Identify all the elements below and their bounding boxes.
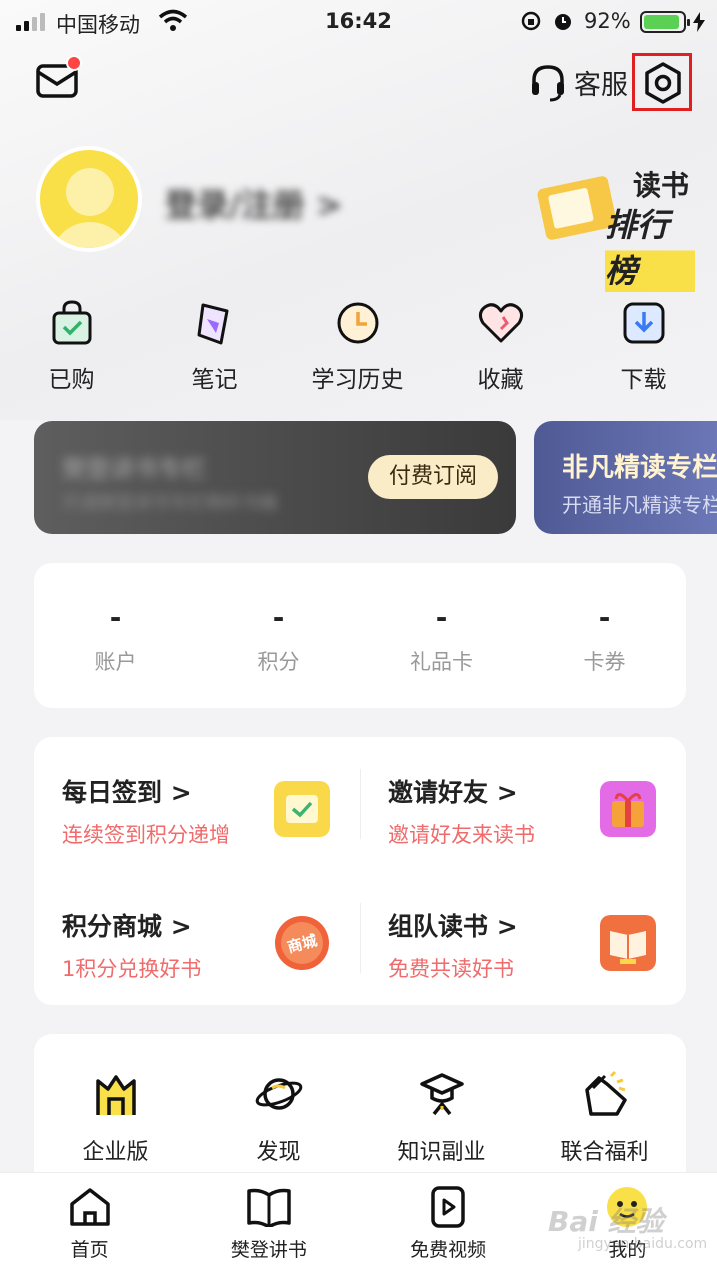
quick-item-history[interactable]: 学习历史 [286,294,429,394]
customer-service-label: 客服 [574,69,628,101]
tab-label: 首页 [70,1239,109,1261]
rank-line2: 排行榜 [605,200,695,292]
shopping-bag-icon [52,300,91,345]
task-daily-checkin[interactable]: 每日签到 > 连续签到积分递增 [34,737,360,871]
tool-label: 联合福利 [560,1140,649,1165]
quick-item-downloads[interactable]: 下载 [572,294,715,394]
quick-menu: 已购 笔记 学习历史 收藏 下载 [0,294,717,394]
coupon-icon [584,1070,627,1116]
subscribe-button[interactable]: 付费订阅 [368,455,498,499]
graduation-cap-icon [419,1073,464,1116]
notification-dot [66,55,82,71]
asset-value: - [109,601,122,634]
home-icon [69,1188,110,1226]
tab-free-video[interactable]: 免费视频 [359,1173,538,1270]
status-icons [520,10,574,32]
mall-badge-icon: 商城 [275,916,329,970]
vip-card-subtitle: 开通樊登讲书专栏畅听书籍 [62,493,278,514]
tab-home[interactable]: 首页 [0,1173,179,1270]
quick-label: 下载 [620,367,667,393]
calendar-check-icon [274,781,330,837]
tasks-card: 每日签到 > 连续签到积分递增 邀请好友 > 邀请好友来读书 积分商城 > 1积… [34,737,686,1005]
vip-card-fandeng[interactable]: 樊登讲书专栏 开通樊登讲书专栏畅听书籍 付费订阅 [34,421,516,534]
book-icon [247,1188,291,1227]
tool-enterprise[interactable]: 企业版 [34,1034,197,1194]
asset-value: - [272,601,285,634]
quick-item-favorites[interactable]: 收藏 [429,294,572,394]
task-subtitle: 邀请好友来读书 [388,823,535,847]
vip-card-feifan[interactable]: 非凡精读专栏 开通非凡精读专栏 [534,421,717,534]
note-icon [197,303,228,345]
tools-card: 企业版 发现 知识副业 联合福利 [34,1034,686,1194]
heart-icon [478,303,523,343]
customer-service-button[interactable]: 客服 [528,62,628,102]
avatar-body [50,222,130,248]
rank-line1: 读书 [633,169,690,202]
status-bar: 中国移动 16:42 92% [0,0,717,44]
asset-value: - [598,601,611,634]
watermark-url: jingyan.baidu.com [578,1236,708,1252]
battery-fill [644,15,679,29]
quick-item-notes[interactable]: 笔记 [143,294,286,394]
reading-rank-badge[interactable]: 读书 排行榜 [535,160,695,292]
login-register-link[interactable]: 登录/注册 > [165,180,343,226]
tool-label: 发现 [256,1140,301,1165]
quick-item-purchased[interactable]: 已购 [0,294,143,394]
vip-card-title: 非凡精读专栏 [562,453,717,483]
task-subtitle: 1积分兑换好书 [62,957,202,981]
battery-icon [640,11,690,33]
tab-fandeng-books[interactable]: 樊登讲书 [179,1173,358,1270]
video-icon [431,1186,465,1228]
tool-knowledge-business[interactable]: 知识副业 [360,1034,523,1194]
download-icon [623,302,664,344]
rotation-lock-icon [521,11,541,31]
gift-icon [600,781,656,837]
vip-card-title: 樊登讲书专栏 [62,455,206,483]
enterprise-icon [95,1075,136,1115]
task-subtitle: 连续签到积分递增 [62,823,230,847]
quick-label: 笔记 [191,367,238,393]
tool-label: 企业版 [82,1140,149,1165]
tab-label: 免费视频 [410,1239,487,1261]
assets-card: - 账户 - 积分 - 礼品卡 - 卡券 [34,563,686,708]
task-points-mall[interactable]: 积分商城 > 1积分兑换好书 商城 [34,871,360,1005]
tool-joint-benefits[interactable]: 联合福利 [523,1034,686,1194]
clock-icon [337,302,378,344]
charging-icon [693,12,705,32]
settings-gear-icon[interactable] [640,60,686,106]
avatar[interactable] [36,146,142,252]
alarm-icon [555,14,571,30]
asset-value: - [435,601,448,634]
quick-label: 收藏 [477,367,524,393]
asset-label: 账户 [94,650,137,674]
task-title: 组队读书 > [388,912,518,941]
asset-account[interactable]: - 账户 [34,563,197,708]
tool-label: 知识副业 [397,1140,486,1165]
asset-points[interactable]: - 积分 [197,563,360,708]
task-invite-friends[interactable]: 邀请好友 > 邀请好友来读书 [360,737,686,871]
planet-icon [255,1078,302,1110]
task-title: 积分商城 > [62,912,192,941]
headset-icon [532,65,564,102]
quick-label: 已购 [48,367,95,393]
vip-card-subtitle: 开通非凡精读专栏 [562,493,717,517]
avatar-head [66,168,114,216]
asset-coupons[interactable]: - 卡券 [523,563,686,708]
asset-label: 礼品卡 [410,650,473,674]
task-title: 邀请好友 > [388,778,518,807]
watermark-text: Bai 经验 [548,1205,664,1238]
battery-percent: 92% [584,9,631,33]
task-title: 每日签到 > [62,778,192,807]
task-subtitle: 免费共读好书 [388,957,514,981]
asset-label: 卡券 [583,650,626,674]
quick-label: 学习历史 [311,367,404,393]
tab-label: 樊登讲书 [230,1239,307,1261]
open-book-icon [600,915,656,971]
asset-label: 积分 [257,650,300,674]
task-team-reading[interactable]: 组队读书 > 免费共读好书 [360,871,686,1005]
tool-discover[interactable]: 发现 [197,1034,360,1194]
asset-gift-card[interactable]: - 礼品卡 [360,563,523,708]
